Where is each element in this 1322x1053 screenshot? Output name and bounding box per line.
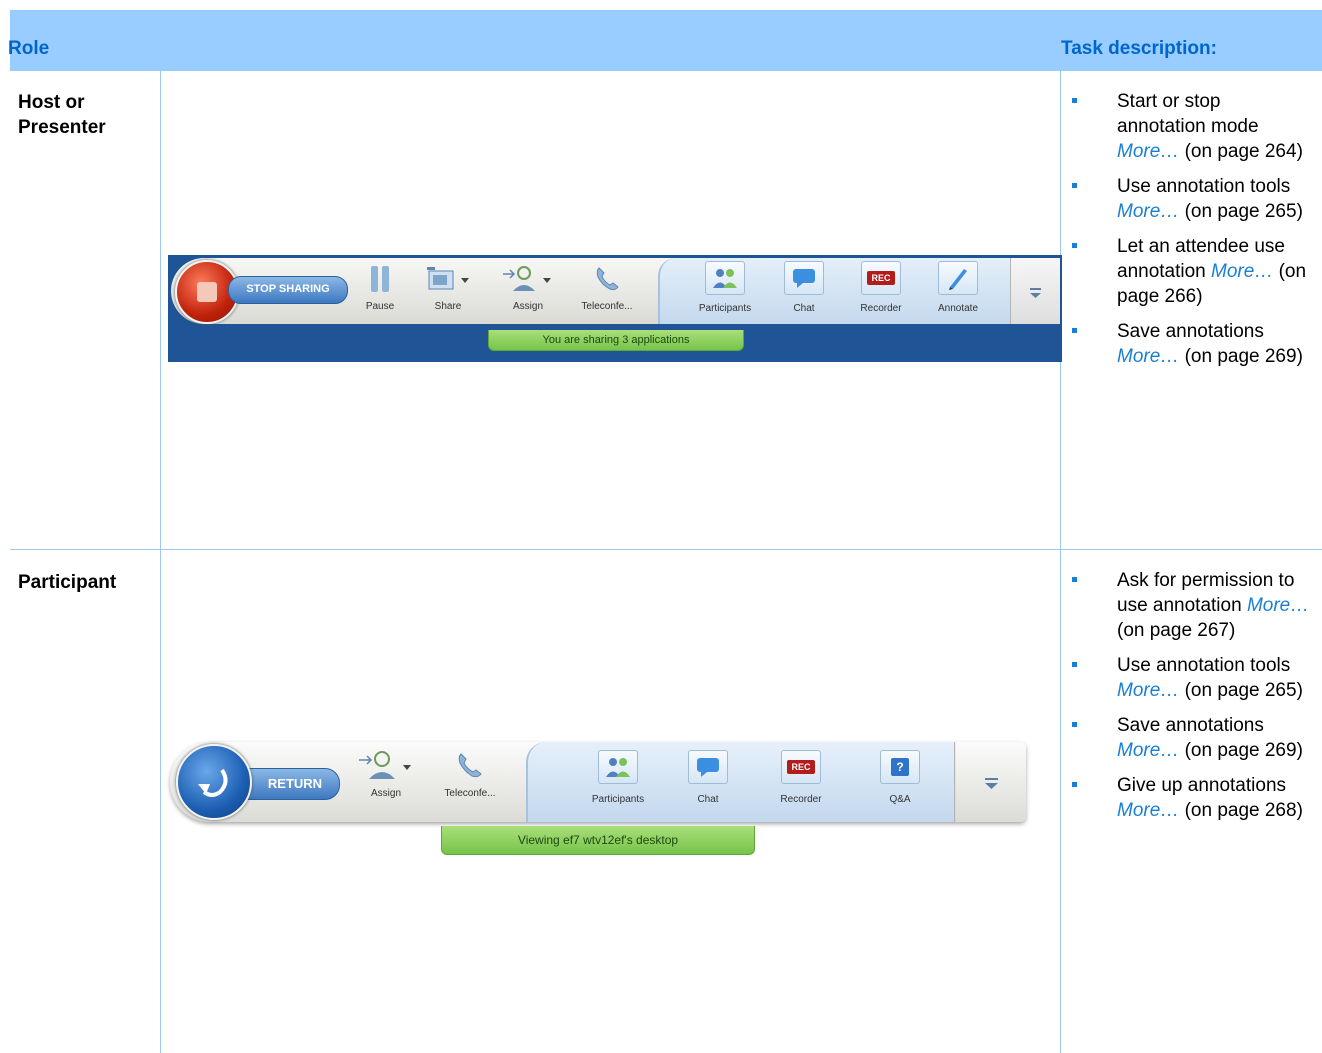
pause-icon (371, 266, 389, 292)
recorder-button[interactable]: REC Recorder (848, 261, 914, 314)
task-list-participant: Ask for permission to use annotation Mor… (1062, 568, 1314, 833)
more-link[interactable]: More… (1211, 261, 1273, 282)
pause-button[interactable]: Pause (360, 265, 400, 312)
more-link[interactable]: More… (1117, 800, 1179, 821)
more-link[interactable]: More… (1247, 595, 1309, 616)
qa-icon: ? (880, 750, 920, 784)
qa-button[interactable]: ? Q&A (870, 750, 930, 805)
bullet-icon (1072, 782, 1077, 787)
phone-icon (458, 753, 482, 778)
return-icon[interactable] (176, 744, 252, 820)
bullet-icon (1072, 183, 1077, 188)
assign-button[interactable]: Assign (356, 751, 416, 799)
chat-button[interactable]: Chat (774, 261, 834, 314)
pencil-icon (938, 261, 978, 295)
chat-button[interactable]: Chat (678, 750, 738, 805)
recorder-icon: REC (781, 750, 821, 784)
chat-icon (688, 750, 728, 784)
bullet-icon (1072, 577, 1077, 582)
teleconference-button[interactable]: Teleconfe... (572, 265, 642, 312)
role-participant: Participant (18, 572, 117, 593)
stop-square-icon (197, 282, 217, 302)
overflow-menu-icon[interactable] (955, 742, 1027, 822)
list-item: Save annotations More… (on page 269) (1062, 713, 1314, 763)
participants-icon (598, 750, 638, 784)
more-link[interactable]: More… (1117, 201, 1179, 222)
header-task-description: Task description: (1061, 38, 1217, 59)
list-item: Use annotation tools More… (on page 265) (1062, 653, 1314, 703)
bullet-icon (1072, 328, 1077, 333)
chat-icon (784, 261, 824, 295)
list-item: Let an attendee use annotation More… (on… (1062, 234, 1314, 309)
assign-user-icon (503, 266, 551, 291)
toolbar-more-section (954, 742, 1027, 822)
more-link[interactable]: More… (1117, 346, 1179, 367)
column-divider-left (160, 71, 161, 1053)
recorder-icon: REC (861, 261, 901, 295)
list-item: Ask for permission to use annotation Mor… (1062, 568, 1314, 643)
share-icon (427, 267, 469, 290)
bullet-icon (1072, 98, 1077, 103)
role-host-presenter: Host or Presenter (18, 92, 106, 138)
overflow-menu-icon[interactable] (1011, 258, 1060, 324)
teleconference-button[interactable]: Teleconfe... (432, 752, 508, 799)
list-item: Start or stop annotation mode More… (on … (1062, 89, 1314, 164)
task-list-host: Start or stop annotation mode More… (on … (1062, 89, 1314, 379)
share-button[interactable]: Share (420, 265, 476, 312)
recorder-button[interactable]: REC Recorder (766, 750, 836, 805)
toolbar-more-section (1010, 258, 1060, 324)
participants-icon (705, 261, 745, 295)
viewing-status-banner: Viewing ef7 wtv12ef's desktop (441, 826, 755, 855)
assign-user-icon (359, 751, 411, 779)
return-arrow-icon (198, 768, 228, 797)
assign-button[interactable]: Assign (498, 265, 558, 312)
bullet-icon (1072, 243, 1077, 248)
phone-icon (596, 267, 619, 291)
participant-toolbar-screenshot: RETURN Assign Teleconfe... Participants … (170, 738, 1026, 830)
participants-button[interactable]: Participants (690, 261, 760, 314)
participants-button[interactable]: Participants (580, 750, 656, 805)
bullet-icon (1072, 722, 1077, 727)
list-item: Use annotation tools More… (on page 265) (1062, 174, 1314, 224)
sharing-status-banner: You are sharing 3 applications (488, 330, 744, 351)
column-divider-right (1060, 71, 1061, 1053)
bullet-icon (1072, 662, 1077, 667)
more-link[interactable]: More… (1117, 141, 1179, 162)
more-link[interactable]: More… (1117, 740, 1179, 761)
list-item: Save annotations More… (on page 269) (1062, 319, 1314, 369)
more-link[interactable]: More… (1117, 680, 1179, 701)
list-item: Give up annotations More… (on page 268) (1062, 773, 1314, 823)
stop-sharing-button[interactable]: STOP SHARING (228, 276, 348, 304)
header-role: Role (8, 38, 50, 59)
annotate-button[interactable]: Annotate (928, 261, 988, 314)
row-divider (10, 549, 1322, 550)
